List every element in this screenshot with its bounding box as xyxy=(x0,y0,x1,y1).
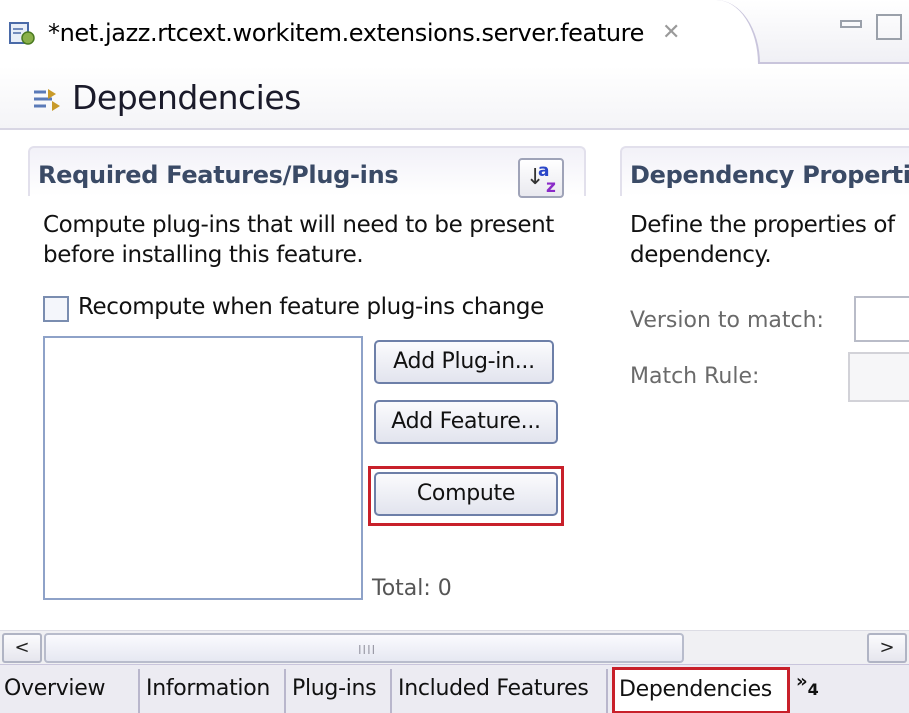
add-plugin-button[interactable]: Add Plug-in... xyxy=(374,340,554,384)
match-rule-select[interactable] xyxy=(848,352,909,402)
editor-tab[interactable]: *net.jazz.rtcext.workitem.extensions.ser… xyxy=(0,0,760,64)
tab-included-features[interactable]: Included Features xyxy=(394,669,608,713)
hidden-tab-count: 4 xyxy=(807,680,819,699)
version-to-match-input[interactable] xyxy=(854,296,909,342)
section-description: Define the properties of dependency. xyxy=(630,212,895,268)
grip-icon: IIII xyxy=(358,643,377,657)
section-description: Compute plug-ins that will need to be pr… xyxy=(43,212,554,268)
close-icon[interactable]: ✕ xyxy=(662,20,680,46)
tab-information[interactable]: Information xyxy=(142,669,286,713)
tab-dependencies[interactable]: Dependencies xyxy=(612,667,790,713)
tab-overview[interactable]: Overview xyxy=(0,669,140,713)
scroll-left-button[interactable]: < xyxy=(2,633,42,663)
dependencies-icon xyxy=(30,84,64,114)
page-title: Dependencies xyxy=(72,78,301,117)
recompute-checkbox[interactable] xyxy=(43,296,69,322)
recompute-label[interactable]: Recompute when feature plug-ins change xyxy=(78,292,544,322)
window-controls xyxy=(830,14,909,44)
scrollbar-thumb[interactable]: IIII xyxy=(44,633,684,663)
sort-button[interactable]: ↓ a z xyxy=(518,158,564,198)
horizontal-scrollbar[interactable]: < IIII > xyxy=(0,630,909,664)
add-feature-button[interactable]: Add Feature... xyxy=(374,400,558,444)
required-features-section: Required Features/Plug-ins ↓ a z Compute… xyxy=(28,146,588,628)
compute-button[interactable]: Compute xyxy=(374,472,558,516)
dependency-properties-section: Dependency Properties Define the propert… xyxy=(620,146,909,628)
scroll-right-button[interactable]: > xyxy=(867,633,907,663)
more-tabs-button[interactable]: »4 xyxy=(796,671,819,699)
form-header: Dependencies xyxy=(0,66,909,130)
tab-plugins[interactable]: Plug-ins xyxy=(288,669,392,713)
minimize-icon[interactable] xyxy=(840,20,862,28)
page-tabs: Overview Information Plug-ins Included F… xyxy=(0,664,909,713)
version-to-match-label: Version to match: xyxy=(630,308,824,333)
section-title: Dependency Properties xyxy=(630,161,909,189)
editor-tab-title: *net.jazz.rtcext.workitem.extensions.ser… xyxy=(48,19,644,47)
chevron-double-right-icon: » xyxy=(796,671,808,692)
maximize-icon[interactable] xyxy=(876,14,902,40)
section-title: Required Features/Plug-ins xyxy=(38,161,399,189)
match-rule-label: Match Rule: xyxy=(630,364,760,389)
required-plugins-list[interactable] xyxy=(43,336,363,600)
feature-manifest-icon xyxy=(8,20,38,48)
total-count-label: Total: 0 xyxy=(372,576,452,601)
editor-tab-bar: *net.jazz.rtcext.workitem.extensions.ser… xyxy=(0,0,909,66)
